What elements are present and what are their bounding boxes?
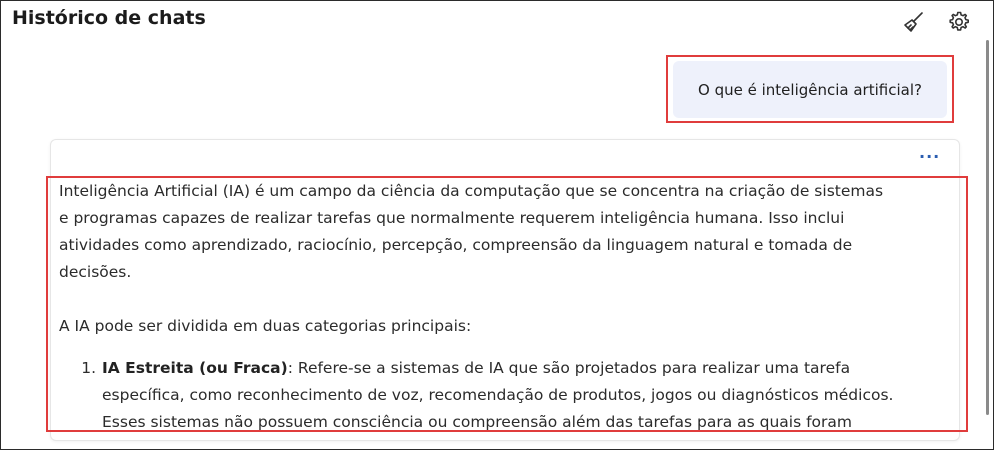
user-message-text: O que é inteligência artificial? <box>698 80 922 99</box>
response-line: e programas capazes de realizar tarefas … <box>59 209 845 227</box>
assistant-response-text: Inteligência Artificial (IA) é um campo … <box>59 178 959 431</box>
user-message-highlight: O que é inteligência artificial? <box>666 55 954 123</box>
assistant-response-highlight: Inteligência Artificial (IA) é um campo … <box>46 176 968 432</box>
list-item-number: 1. <box>81 359 96 377</box>
panel-title: Histórico de chats <box>12 7 206 29</box>
broom-icon[interactable] <box>900 8 928 36</box>
response-line: atividades como aprendizado, raciocínio,… <box>59 236 853 254</box>
list-item-text: específica, como reconhecimento de voz, … <box>102 386 894 404</box>
response-line: decisões. <box>59 263 132 281</box>
response-line: Inteligência Artificial (IA) é um campo … <box>59 182 884 200</box>
response-paragraph: A IA pode ser dividida em duas categoria… <box>59 317 472 335</box>
list-item-text: Esses sistemas não possuem consciência o… <box>102 413 853 431</box>
scrollbar[interactable] <box>986 40 989 415</box>
more-options-icon[interactable]: ··· <box>919 147 940 166</box>
list-item: 1. IA Estreita (ou Fraca): Refere-se a s… <box>59 355 959 431</box>
user-message-bubble: O que é inteligência artificial? <box>673 61 947 118</box>
gear-icon[interactable] <box>945 8 973 36</box>
list-item-title: IA Estreita (ou Fraca) <box>102 359 288 377</box>
list-item-text: : Refere-se a sistemas de IA que são pro… <box>287 359 851 377</box>
